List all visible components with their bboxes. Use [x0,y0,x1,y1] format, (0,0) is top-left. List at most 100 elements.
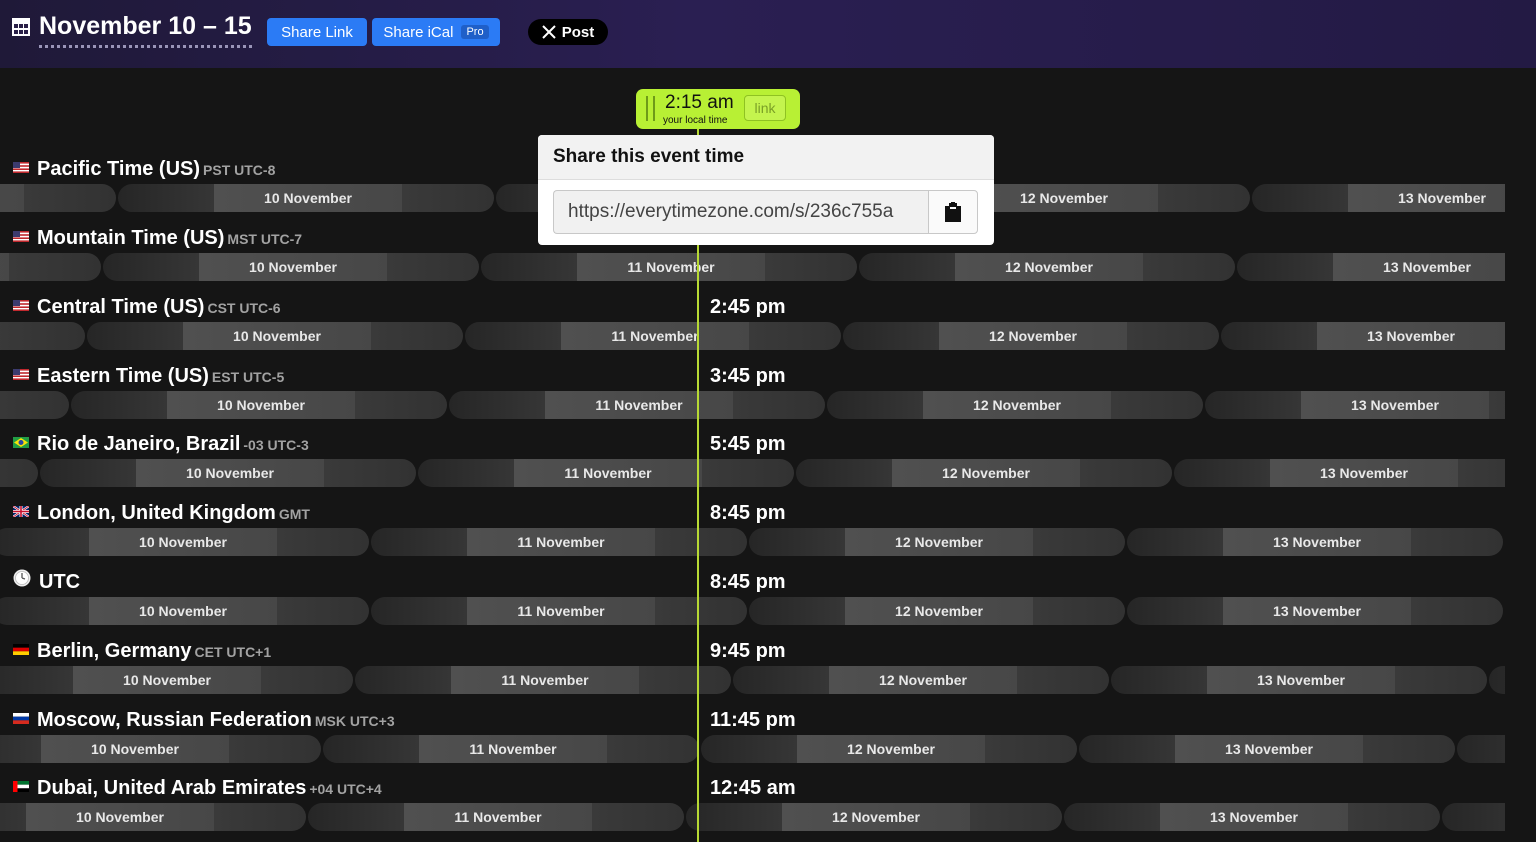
zone-name[interactable]: London, United Kingdom [37,502,276,524]
timeline-edge [1505,184,1536,212]
day-block[interactable]: 12 November [749,528,1125,556]
page-title[interactable]: November 10 – 15 [39,8,252,48]
day-timeline[interactable]: 10 November 11 November 12 November 13 Nove… [0,666,1536,694]
day-block[interactable]: 13 November [1064,803,1440,831]
day-label: 13 November [1273,534,1361,550]
time-link-button[interactable]: link [744,95,786,121]
day-label: 12 November [895,534,983,550]
day-block[interactable]: 11 November [371,528,747,556]
day-label: 12 November [1005,259,1093,275]
day-block[interactable]: 12 November [733,666,1109,694]
day-block[interactable]: 13 November [1127,528,1503,556]
zone-name[interactable]: UTC [39,571,80,593]
day-block[interactable]: 10 November [103,253,479,281]
zone-name[interactable]: Rio de Janeiro, Brazil [37,433,240,455]
zone-label: Berlin, Germany CET UTC+1 [13,639,271,663]
day-block[interactable]: 12 November [686,803,1062,831]
copy-button[interactable] [928,190,978,234]
day-label: 10 November [139,603,227,619]
day-block[interactable]: 12 November [827,391,1203,419]
day-block[interactable]: 10 November [0,803,306,831]
drag-handle-icon[interactable] [646,96,655,121]
zone-time: 9:45 pm [710,640,786,662]
day-label: 12 November [879,672,967,688]
zone-name[interactable]: Dubai, United Arab Emirates [37,777,306,799]
zone-time: 8:45 pm [710,571,786,593]
day-block[interactable]: 11 November [323,735,699,763]
day-timeline[interactable]: 10 November 11 November 12 November 13 Nove… [0,735,1536,763]
day-block[interactable]: 10 November [0,666,353,694]
day-block[interactable]: 10 November [0,735,321,763]
time-indicator-bubble[interactable]: 2:15 am your local time link [636,89,800,129]
zone-name[interactable]: Mountain Time (US) [37,227,224,249]
zone-name[interactable]: Pacific Time (US) [37,158,200,180]
day-label: 10 November [249,259,337,275]
day-label: 13 November [1257,672,1345,688]
day-block[interactable]: 11 November [481,253,857,281]
day-block[interactable]: 13 November [1127,597,1503,625]
zone-name[interactable]: Central Time (US) [37,296,204,318]
day-block[interactable]: 11 November [308,803,684,831]
zone-name[interactable]: Moscow, Russian Federation [37,709,312,731]
timeline-edge [1505,528,1536,556]
share-url-field[interactable] [553,190,928,234]
day-block[interactable]: 13 November [1237,253,1536,281]
day-block[interactable]: 10 November [0,528,369,556]
day-block[interactable]: 13 November [1111,666,1487,694]
zone-abbreviation: CST UTC-6 [207,300,281,316]
post-button[interactable]: Post [528,19,608,45]
share-popup: Share this event time [538,135,994,245]
day-label: 12 November [895,603,983,619]
day-block[interactable]: 10 November [118,184,494,212]
day-label: 10 November [233,328,321,344]
day-timeline[interactable]: 10 November 11 November 12 November 13 Nove… [0,322,1536,350]
day-block[interactable]: 11 November [355,666,731,694]
day-block[interactable]: 13 November [1205,391,1536,419]
zone-abbreviation: GMT [278,506,310,522]
day-block[interactable] [0,184,116,212]
day-block[interactable]: 13 November [1221,322,1536,350]
day-label: 10 November [91,741,179,757]
clipboard-icon [945,202,961,222]
day-timeline[interactable]: 10 November 11 November 12 November 13 Nove… [0,459,1536,487]
zone-time: 11:45 pm [710,709,796,731]
share-link-button[interactable]: Share Link [267,18,367,46]
day-timeline[interactable]: 10 November 11 November 12 November 13 Nove… [0,528,1536,556]
day-block[interactable]: 11 November [465,322,841,350]
day-block[interactable]: 11 November [449,391,825,419]
popup-title: Share this event time [553,146,745,167]
day-block[interactable]: 11 November [371,597,747,625]
zone-label: Pacific Time (US) PST UTC-8 [13,157,275,181]
day-block[interactable]: 13 November [1079,735,1455,763]
day-timeline[interactable]: 10 November 11 November 12 November 13 Nove… [0,391,1536,419]
day-label: 11 November [469,741,557,757]
day-block[interactable]: 12 November [701,735,1077,763]
day-block[interactable]: 10 November [71,391,447,419]
day-block[interactable]: 11 November [418,459,794,487]
day-block[interactable]: 13 November [1174,459,1536,487]
day-block[interactable] [0,253,101,281]
share-ical-button[interactable]: Share iCal Pro [372,18,500,46]
day-timeline[interactable]: 10 November 11 November 12 November 13 Nove… [0,597,1536,625]
zone-name[interactable]: Berlin, Germany [37,640,192,662]
day-label: 13 November [1383,259,1471,275]
day-label: 12 November [832,809,920,825]
zone-name[interactable]: Eastern Time (US) [37,365,209,387]
day-block[interactable]: 12 November [859,253,1235,281]
day-timeline[interactable]: 10 November 11 November 12 November 13 Nove… [0,253,1536,281]
day-label: 12 November [1020,190,1108,206]
day-block[interactable] [0,459,38,487]
day-block[interactable]: 12 November [843,322,1219,350]
day-timeline[interactable]: 10 November 11 November 12 November 13 Nove… [0,803,1536,831]
day-block[interactable] [0,391,69,419]
day-block[interactable]: 10 November [40,459,416,487]
day-block[interactable]: 10 November [87,322,463,350]
day-block[interactable]: 12 November [749,597,1125,625]
zone-label: Dubai, United Arab Emirates +04 UTC+4 [13,776,382,800]
day-block[interactable]: 10 November [0,597,369,625]
day-block[interactable]: 12 November [796,459,1172,487]
day-block[interactable] [0,322,85,350]
flag-us-icon [13,226,29,250]
day-block[interactable]: 13 November [1252,184,1536,212]
calendar-icon [12,18,30,36]
